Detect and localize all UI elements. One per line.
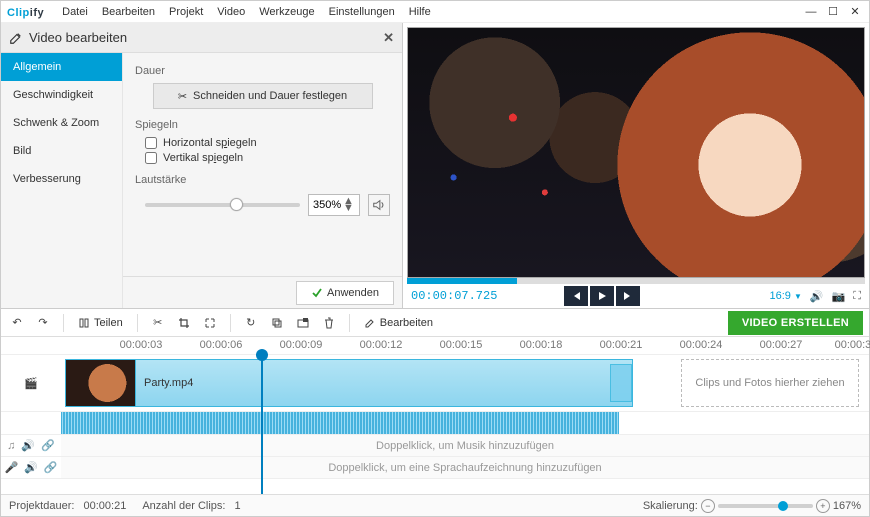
- volume-down-icon[interactable]: ▼: [343, 205, 355, 212]
- zoom-in-button[interactable]: +: [816, 499, 830, 513]
- volume-slider[interactable]: [145, 203, 300, 207]
- main-menu: Datei Bearbeiten Projekt Video Werkzeuge…: [62, 6, 431, 18]
- tab-allgemein[interactable]: Allgemein: [1, 53, 122, 81]
- menu-einstellungen[interactable]: Einstellungen: [329, 6, 395, 18]
- voice-mute-icon[interactable]: 🔊: [24, 461, 38, 474]
- split-button[interactable]: Teilen: [74, 313, 127, 333]
- mic-track-icon: 🎤: [4, 461, 18, 474]
- mirror-label: Spiegeln: [135, 119, 390, 131]
- volume-label: Lautstärke: [135, 174, 390, 186]
- video-track: 🎬 Party.mp4 Clips und Fotos hierher zieh…: [1, 355, 869, 412]
- music-track: ♫ 🔊 🔗 Doppelklick, um Musik hinzuzufügen: [1, 435, 869, 457]
- project-duration-label: Projektdauer:: [9, 500, 74, 512]
- video-track-icon: 🎬: [24, 377, 38, 390]
- preview-video[interactable]: [407, 27, 865, 278]
- voice-track: 🎤 🔊 🔗 Doppelklick, um eine Sprachaufzeic…: [1, 457, 869, 479]
- next-frame-button[interactable]: [616, 286, 640, 306]
- menu-bearbeiten[interactable]: Bearbeiten: [102, 6, 155, 18]
- minimize-icon[interactable]: —: [803, 4, 819, 20]
- undo-button[interactable]: ↶: [7, 313, 27, 333]
- clip-thumbnail: [66, 360, 136, 406]
- tab-schwenk-zoom[interactable]: Schwenk & Zoom: [1, 109, 122, 137]
- preview-pane: 00:00:07.725 16:9 ▼ 🔊 📷 ⛶: [403, 23, 869, 308]
- edit-clip-button[interactable]: Bearbeiten: [360, 313, 437, 333]
- scale-label: Skalierung:: [643, 500, 698, 512]
- preview-timecode: 00:00:07.725: [411, 289, 497, 303]
- zoom-out-button[interactable]: −: [701, 499, 715, 513]
- play-button[interactable]: [590, 286, 614, 306]
- close-panel-icon[interactable]: ✕: [383, 30, 394, 46]
- volume-input[interactable]: 350% ▲▼: [308, 194, 360, 216]
- tab-geschwindigkeit[interactable]: Geschwindigkeit: [1, 81, 122, 109]
- project-duration-value: 00:00:21: [84, 500, 127, 512]
- preview-progress[interactable]: [407, 278, 865, 284]
- clip-name: Party.mp4: [144, 377, 193, 389]
- timeline-ruler[interactable]: 00:00:03 00:00:06 00:00:09 00:00:12 00:0…: [1, 337, 869, 355]
- zoom-slider[interactable]: [718, 504, 813, 508]
- mirror-v-label: Vertikal spiegeln: [163, 152, 243, 164]
- delete-button[interactable]: [319, 313, 339, 333]
- edit-icon: [9, 31, 29, 45]
- redo-button[interactable]: ↷: [33, 313, 53, 333]
- create-video-button[interactable]: VIDEO ERSTELLEN: [728, 311, 863, 335]
- scissors-icon: ✂: [178, 90, 187, 103]
- clip-count-label: Anzahl der Clips:: [142, 500, 225, 512]
- audio-icon[interactable]: 🔊: [810, 290, 824, 303]
- mirror-v-checkbox[interactable]: [145, 152, 157, 164]
- music-drop-hint[interactable]: Doppelklick, um Musik hinzuzufügen: [61, 435, 869, 456]
- rotate-button[interactable]: ↻: [241, 313, 261, 333]
- music-track-icon: ♫: [7, 440, 15, 452]
- cut-button[interactable]: ✂: [148, 313, 168, 333]
- mirror-h-label: Horizontal spiegeln: [163, 137, 257, 149]
- music-link-icon[interactable]: 🔗: [41, 439, 55, 452]
- status-bar: Projektdauer: 00:00:21 Anzahl der Clips:…: [1, 494, 869, 516]
- tab-bild[interactable]: Bild: [1, 137, 122, 165]
- mirror-h-checkbox[interactable]: [145, 137, 157, 149]
- app-logo: Clipify: [7, 5, 44, 19]
- title-bar: Clipify Datei Bearbeiten Projekt Video W…: [1, 1, 869, 23]
- timeline-tracks: 🎬 Party.mp4 Clips und Fotos hierher zieh…: [1, 355, 869, 494]
- video-clip[interactable]: Party.mp4: [65, 359, 633, 407]
- tab-verbesserung[interactable]: Verbesserung: [1, 165, 122, 193]
- apply-button[interactable]: Anwenden: [296, 281, 394, 305]
- timeline-toolbar: ↶ ↷ Teilen ✂ ↻ Bearbeiten VIDEO ERSTELLE…: [1, 309, 869, 337]
- layer-button[interactable]: [267, 313, 287, 333]
- menu-projekt[interactable]: Projekt: [169, 6, 203, 18]
- duration-label: Dauer: [135, 65, 390, 77]
- voice-link-icon[interactable]: 🔗: [44, 461, 58, 474]
- playhead[interactable]: [261, 355, 263, 494]
- menu-datei[interactable]: Datei: [62, 6, 88, 18]
- snapshot-icon[interactable]: 📷: [832, 290, 846, 303]
- cut-duration-button[interactable]: ✂ Schneiden und Dauer festlegen: [153, 83, 373, 109]
- clip-count-value: 1: [235, 500, 241, 512]
- edit-tabs: Allgemein Geschwindigkeit Schwenk & Zoom…: [1, 53, 123, 308]
- fullscreen-icon[interactable]: ⛶: [853, 290, 861, 303]
- close-window-icon[interactable]: ✕: [847, 4, 863, 20]
- maximize-icon[interactable]: ☐: [825, 4, 841, 20]
- clip-transition[interactable]: [610, 364, 632, 402]
- edit-panel: Video bearbeiten ✕ Allgemein Geschwindig…: [1, 23, 403, 308]
- clip-dropzone[interactable]: Clips und Fotos hierher ziehen: [681, 359, 859, 407]
- music-mute-icon[interactable]: 🔊: [21, 439, 35, 452]
- panel-title: Video bearbeiten: [29, 30, 127, 45]
- overlay-button[interactable]: [293, 313, 313, 333]
- expand-button[interactable]: [200, 313, 220, 333]
- crop-button[interactable]: [174, 313, 194, 333]
- audio-waveform-track: [1, 412, 869, 435]
- voice-drop-hint[interactable]: Doppelklick, um eine Sprachaufzeichnung …: [61, 457, 869, 478]
- aspect-dropdown[interactable]: 16:9 ▼: [769, 290, 801, 302]
- menu-hilfe[interactable]: Hilfe: [409, 6, 431, 18]
- waveform[interactable]: [61, 412, 619, 434]
- zoom-value: 167%: [833, 500, 861, 512]
- menu-video[interactable]: Video: [217, 6, 245, 18]
- menu-werkzeuge[interactable]: Werkzeuge: [259, 6, 314, 18]
- prev-frame-button[interactable]: [564, 286, 588, 306]
- speaker-icon[interactable]: [368, 194, 390, 216]
